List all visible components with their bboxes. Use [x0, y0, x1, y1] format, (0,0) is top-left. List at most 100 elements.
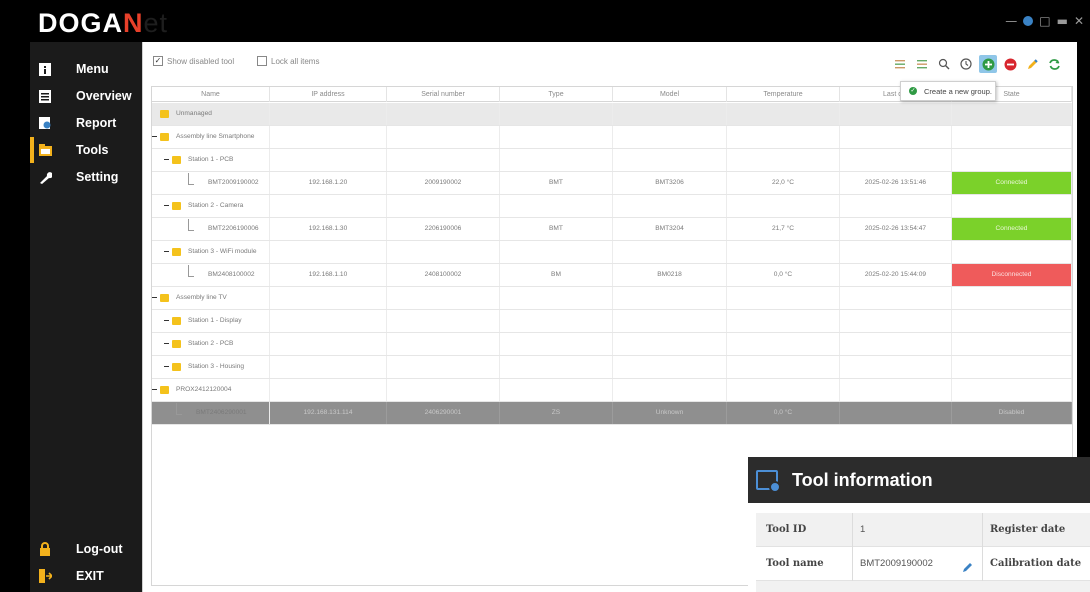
lock-all-checkbox[interactable]: Lock all items: [257, 56, 319, 66]
type-cell: [500, 126, 613, 148]
type-cell: [500, 379, 613, 401]
tooltip-text: Create a new group.: [924, 86, 992, 96]
collapse-icon[interactable]: [164, 159, 169, 160]
collapse-icon[interactable]: [152, 389, 157, 390]
temperature-cell: [727, 103, 840, 125]
serial-cell: 2009190002: [387, 172, 500, 194]
tool-row[interactable]: BM2408100002 192.168.1.10 2408100002 BM BM02…: [152, 264, 1072, 287]
show-disabled-checkbox[interactable]: ✓ Show disabled tool: [153, 56, 234, 66]
collapse-icon[interactable]: [164, 366, 169, 367]
group-row[interactable]: Station 3 - WiFi module: [152, 241, 1072, 264]
name-cell[interactable]: Station 1 - PCB: [152, 149, 270, 171]
group-row[interactable]: Station 3 - Housing: [152, 356, 1072, 379]
group-name: Station 3 - WiFi module: [188, 248, 257, 255]
checkbox-checked-icon: ✓: [153, 56, 163, 66]
collapse-icon[interactable]: [164, 205, 169, 206]
name-cell[interactable]: Station 3 - Housing: [152, 356, 270, 378]
serial-cell: [387, 287, 500, 309]
serial-cell: 2406290001: [387, 402, 500, 424]
name-cell[interactable]: Assembly line TV: [152, 287, 270, 309]
last-date-cell: [840, 195, 952, 217]
name-cell[interactable]: PROX2412120004: [152, 379, 270, 401]
tool-row[interactable]: BMT2406290001 192.168.131.114 2406290001 ZS…: [152, 402, 1072, 425]
group-row[interactable]: PROX2412120004: [152, 379, 1072, 402]
minimize-bar-icon[interactable]: ▬: [1057, 14, 1068, 28]
sidebar-item-overview[interactable]: Overview: [30, 83, 142, 109]
edit-icon[interactable]: [1023, 55, 1041, 73]
refresh-icon[interactable]: [1045, 55, 1063, 73]
group-row[interactable]: Assembly line TV: [152, 287, 1072, 310]
group-row[interactable]: Station 1 - PCB: [152, 149, 1072, 172]
ip-cell: [270, 333, 387, 355]
col-name[interactable]: Name: [152, 87, 270, 102]
expand-all-icon[interactable]: [913, 55, 931, 73]
exit-label: EXIT: [76, 569, 104, 583]
collapse-icon[interactable]: [152, 297, 157, 298]
last-date-cell: [840, 126, 952, 148]
minimize-icon[interactable]: —: [1005, 14, 1017, 28]
folder-icon: [172, 340, 181, 348]
model-cell: [613, 379, 727, 401]
logout-button[interactable]: Log-out: [30, 536, 142, 562]
tool-row[interactable]: BMT2009190002 192.168.1.20 2009190002 BMT BM…: [152, 172, 1072, 195]
last-date-cell: [840, 379, 952, 401]
name-cell[interactable]: Unmanaged: [152, 103, 270, 125]
name-cell[interactable]: Assembly line Smartphone: [152, 126, 270, 148]
exit-button[interactable]: EXIT: [30, 563, 142, 589]
clock-icon[interactable]: [957, 55, 975, 73]
pencil-icon[interactable]: [962, 558, 973, 577]
tool-name-label: Tool name: [766, 558, 824, 569]
model-cell: [613, 195, 727, 217]
overview-icon: [38, 89, 52, 103]
name-cell[interactable]: BMT2009190002: [152, 172, 270, 194]
name-cell[interactable]: Station 2 - PCB: [152, 333, 270, 355]
group-row[interactable]: Station 1 - Display: [152, 310, 1072, 333]
col-temperature[interactable]: Temperature: [727, 87, 840, 102]
type-cell: [500, 333, 613, 355]
collapse-icon[interactable]: [164, 343, 169, 344]
col-serial[interactable]: Serial number: [387, 87, 500, 102]
collapse-all-icon[interactable]: [891, 55, 909, 73]
search-icon[interactable]: [935, 55, 953, 73]
group-row[interactable]: Station 2 - PCB: [152, 333, 1072, 356]
serial-cell: [387, 195, 500, 217]
col-model[interactable]: Model: [613, 87, 727, 102]
tool-name-value[interactable]: BMT2009190002: [860, 547, 933, 581]
window-controls: — □ ▬ ✕: [1005, 14, 1084, 28]
restore-icon[interactable]: □: [1039, 14, 1050, 28]
name-cell[interactable]: BM2408100002: [152, 264, 270, 286]
sidebar-item-setting[interactable]: Setting: [30, 164, 142, 190]
group-row[interactable]: Unmanaged: [152, 103, 1072, 126]
sidebar-item-report[interactable]: Report: [30, 110, 142, 136]
sidebar-item-menu[interactable]: Menu: [30, 56, 142, 82]
name-cell[interactable]: BMT2406290001: [152, 402, 270, 424]
check-icon: ✓: [909, 87, 917, 95]
col-ip[interactable]: IP address: [270, 87, 387, 102]
col-type[interactable]: Type: [500, 87, 613, 102]
model-cell: BMT3206: [613, 172, 727, 194]
group-row[interactable]: Station 2 - Camera: [152, 195, 1072, 218]
name-cell[interactable]: BMT2206190006: [152, 218, 270, 240]
remove-icon[interactable]: [1001, 55, 1019, 73]
group-row[interactable]: Assembly line Smartphone: [152, 126, 1072, 149]
serial-cell: [387, 149, 500, 171]
sidebar-item-tools[interactable]: Tools: [30, 137, 142, 163]
collapse-icon[interactable]: [164, 320, 169, 321]
tool-id-label: Tool ID: [766, 524, 807, 535]
add-group-icon[interactable]: [979, 55, 997, 73]
name-cell[interactable]: Station 3 - WiFi module: [152, 241, 270, 263]
tool-info-row: [756, 581, 1090, 592]
info-icon[interactable]: [1023, 16, 1034, 26]
exit-icon: [38, 569, 52, 583]
tool-row[interactable]: BMT2206190006 192.168.1.30 2206190006 BMT BM…: [152, 218, 1072, 241]
group-name: Station 2 - Camera: [188, 202, 244, 209]
name-cell[interactable]: Station 2 - Camera: [152, 195, 270, 217]
collapse-icon[interactable]: [164, 251, 169, 252]
folder-icon: [172, 248, 181, 256]
name-cell[interactable]: Station 1 - Display: [152, 310, 270, 332]
app-logo: DOGANet: [38, 8, 168, 39]
close-icon[interactable]: ✕: [1074, 14, 1084, 28]
status-badge: Connected: [952, 218, 1072, 240]
last-date-cell: [840, 310, 952, 332]
collapse-icon[interactable]: [152, 136, 157, 137]
